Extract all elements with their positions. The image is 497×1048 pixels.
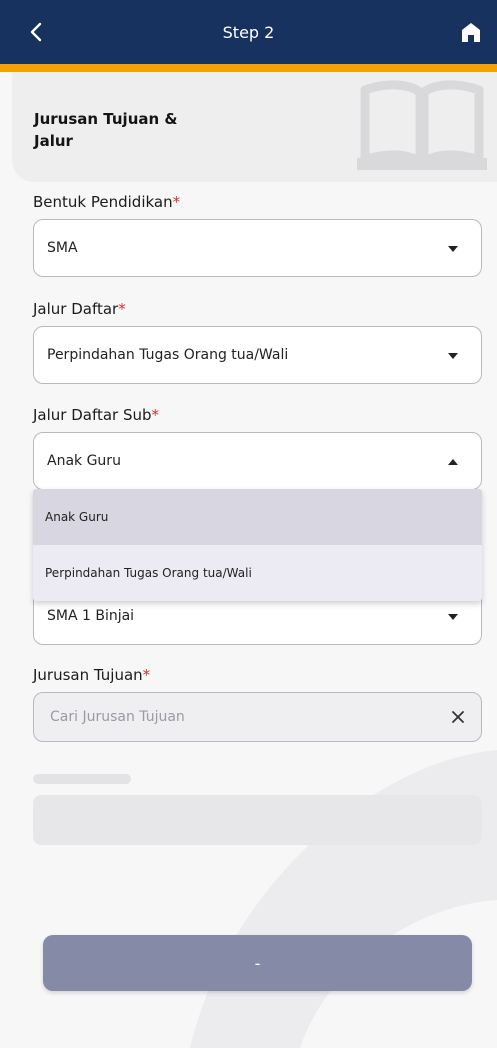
- submit-button[interactable]: -: [43, 935, 472, 991]
- sekolah-value: SMA 1 Binjai: [47, 608, 135, 624]
- appbar-accent-stripe: [0, 64, 497, 72]
- chevron-down-icon: [448, 246, 458, 252]
- jurusan-tujuan-search-input[interactable]: [50, 709, 430, 725]
- loading-skeleton-block: [33, 795, 482, 845]
- back-arrow-icon[interactable]: [26, 20, 48, 44]
- app-bar: Step 2: [0, 0, 497, 64]
- close-icon[interactable]: [451, 710, 465, 724]
- section-header-card: Jurusan Tujuan & Jalur: [12, 72, 497, 182]
- jalur-daftar-sub-dropdown-menu: Anak Guru Perpindahan Tugas Orang tua/Wa…: [33, 489, 482, 601]
- chevron-up-icon: [448, 459, 458, 465]
- loading-skeleton-line: [33, 774, 131, 784]
- jalur-daftar-label: Jalur Daftar*: [33, 300, 126, 318]
- chevron-down-icon: [448, 614, 458, 620]
- jurusan-tujuan-label: Jurusan Tujuan*: [33, 666, 151, 684]
- page-title: Step 2: [222, 22, 275, 42]
- bentuk-pendidikan-value: SMA: [47, 240, 78, 256]
- jalur-daftar-sub-select[interactable]: Anak Guru: [33, 432, 482, 490]
- bentuk-pendidikan-label: Bentuk Pendidikan*: [33, 193, 181, 211]
- jalur-daftar-select[interactable]: Perpindahan Tugas Orang tua/Wali: [33, 326, 482, 384]
- jalur-daftar-sub-value: Anak Guru: [47, 453, 121, 469]
- section-heading: Jurusan Tujuan & Jalur: [34, 110, 178, 150]
- home-icon[interactable]: [459, 20, 483, 44]
- book-icon: [357, 80, 487, 170]
- jalur-daftar-value: Perpindahan Tugas Orang tua/Wali: [47, 347, 289, 363]
- dropdown-option-anak-guru[interactable]: Anak Guru: [33, 489, 482, 545]
- dropdown-option-perpindahan-tugas[interactable]: Perpindahan Tugas Orang tua/Wali: [33, 545, 482, 601]
- jalur-daftar-sub-label: Jalur Daftar Sub*: [33, 406, 160, 424]
- bentuk-pendidikan-select[interactable]: SMA: [33, 219, 482, 277]
- jurusan-tujuan-search: [33, 692, 482, 742]
- chevron-down-icon: [448, 353, 458, 359]
